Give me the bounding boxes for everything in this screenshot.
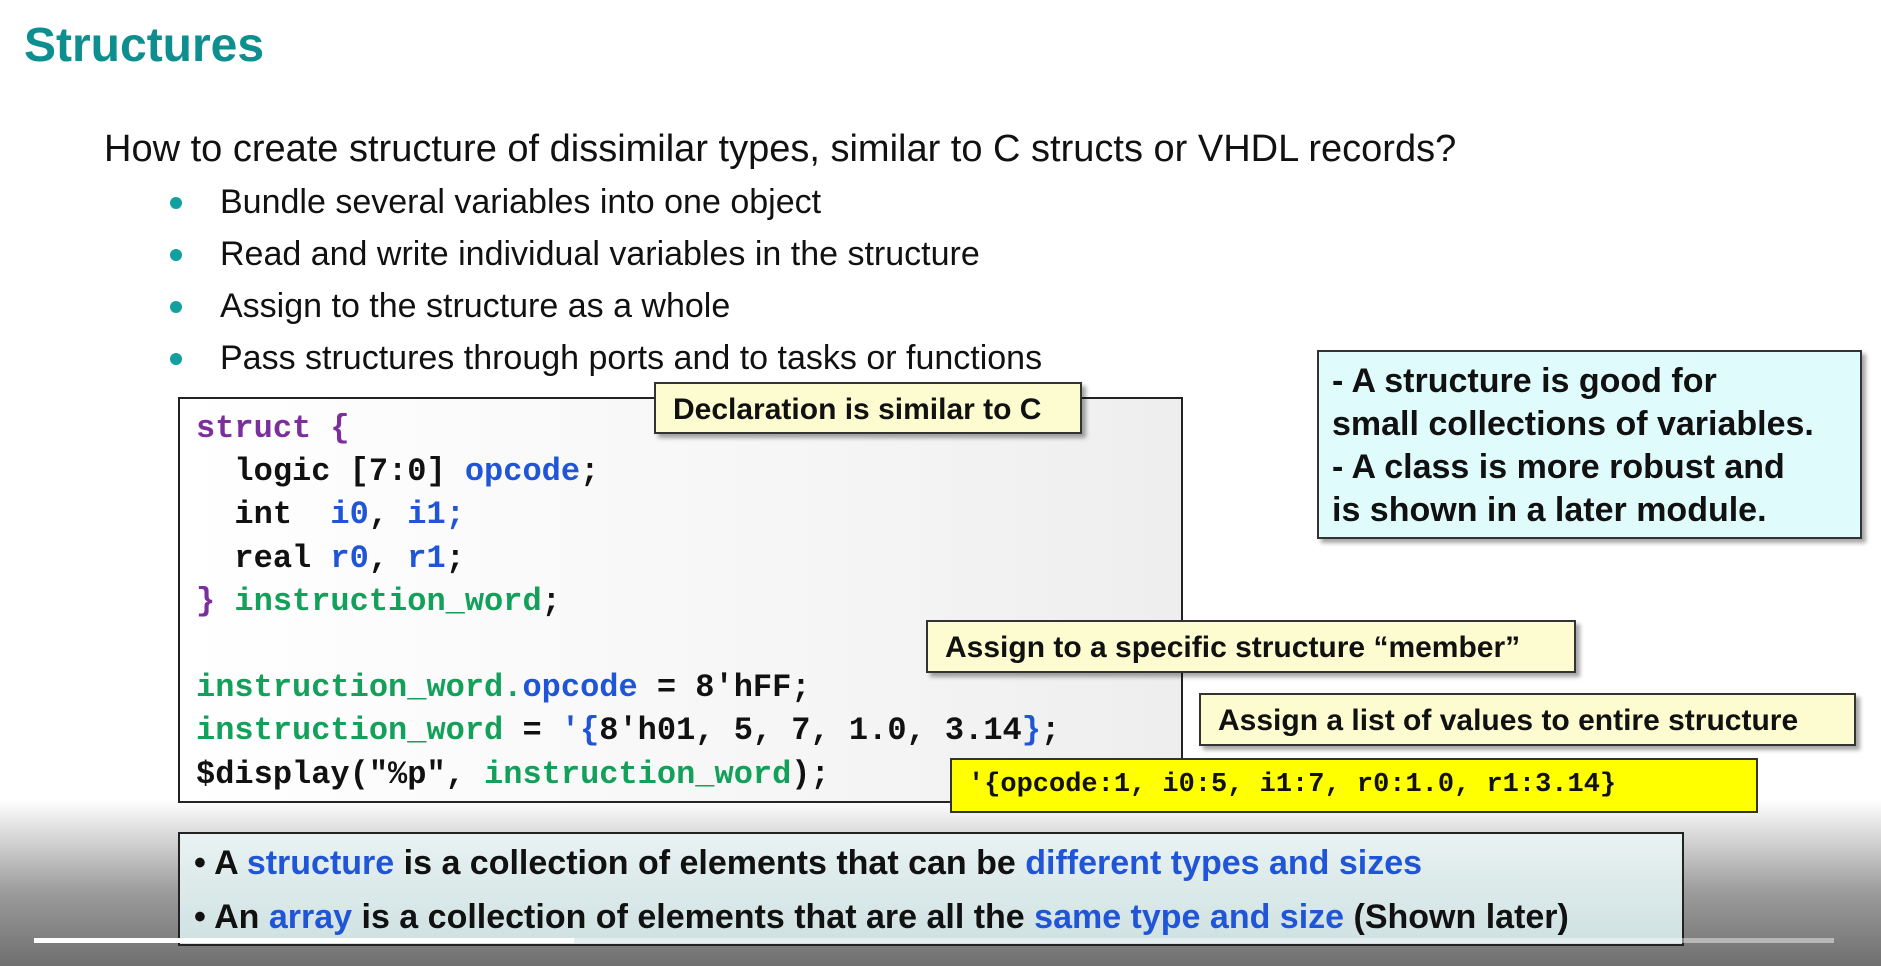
code-token: }: [1021, 712, 1041, 750]
summary-box: • A structure is a collection of element…: [178, 832, 1684, 946]
bullet-item: Assign to the structure as a whole: [168, 284, 1042, 336]
code-token: ;: [541, 582, 561, 620]
video-progress-fill: [34, 938, 574, 943]
code-token: 8'h01, 5, 7, 1.0, 3.14: [599, 712, 1022, 750]
bullet-text: Read and write individual variables in t…: [220, 235, 980, 273]
code-token: ;: [445, 539, 465, 577]
code-token: ;: [1040, 712, 1061, 750]
bullet-dot-icon: [170, 353, 182, 365]
summary-line-array: • An array is a collection of elements t…: [194, 898, 1569, 937]
code-token: i1;: [407, 496, 465, 534]
code-token: opcode: [464, 453, 581, 491]
member-callout: Assign to a specific structure “member”: [926, 620, 1576, 673]
code-token: = 8'hFF;: [637, 669, 811, 707]
summary-highlight: array: [268, 898, 353, 936]
code-token: );: [791, 755, 830, 793]
bullet-dot-icon: [170, 249, 182, 261]
summary-text: is a collection of elements that can be: [394, 844, 1026, 882]
bullet-item: Read and write individual variables in t…: [168, 232, 1042, 284]
bullet-text: Pass structures through ports and to tas…: [220, 339, 1043, 377]
slide-title: Structures: [24, 19, 265, 72]
bullet-dot-icon: [170, 301, 182, 313]
info-callout: - A structure is good for small collecti…: [1317, 350, 1862, 539]
code-token: real: [196, 539, 331, 577]
bullet-text: Assign to the structure as a whole: [220, 287, 731, 325]
code-token: instruction_word.: [196, 669, 523, 707]
info-line: small collections of variables.: [1332, 405, 1814, 443]
code-token: struct {: [196, 410, 350, 447]
bullet-item: Bundle several variables into one object: [168, 180, 1042, 232]
bullet-item: Pass structures through ports and to tas…: [168, 336, 1042, 388]
code-token: opcode: [522, 669, 638, 707]
code-token: $display("%p",: [196, 755, 485, 793]
info-line: - A structure is good for: [1332, 362, 1717, 400]
summary-line-structure: • A structure is a collection of element…: [194, 844, 1422, 883]
code-token: instruction_word: [234, 582, 542, 620]
code-token: '{: [560, 712, 600, 750]
declaration-callout: Declaration is similar to C: [654, 382, 1082, 434]
code-token: i0: [330, 496, 369, 534]
info-line: - A class is more robust and: [1332, 448, 1785, 486]
info-line: is shown in a later module.: [1332, 491, 1767, 529]
video-progress-bar[interactable]: [34, 938, 1834, 943]
code-token: ;: [580, 453, 600, 491]
code-token: r1: [407, 539, 446, 577]
bullet-text: Bundle several variables into one object: [220, 183, 822, 221]
code-token: instruction_word: [484, 755, 792, 793]
list-callout: Assign a list of values to entire struct…: [1199, 693, 1856, 746]
code-token: ,: [368, 496, 408, 534]
slide-question: How to create structure of dissimilar ty…: [104, 128, 1457, 170]
code-token: int: [196, 496, 331, 534]
code-token: ,: [368, 539, 408, 577]
display-output-callout: '{opcode:1, i0:5, i1:7, r0:1.0, r1:3.14}: [950, 758, 1758, 813]
code-token: instruction_word: [196, 712, 504, 750]
summary-highlight: different types and sizes: [1025, 844, 1423, 882]
bullet-dot-icon: [170, 197, 182, 209]
summary-text: • An: [194, 898, 269, 936]
summary-highlight: structure: [246, 844, 395, 882]
summary-highlight: same type and size: [1034, 898, 1345, 936]
code-block: struct { logic [7:0] opcode; int i0, i1;…: [178, 397, 1183, 803]
bullet-list: Bundle several variables into one object…: [168, 180, 1042, 388]
code-text: struct { logic [7:0] opcode; int i0, i1;…: [196, 407, 1060, 796]
code-token: r0: [330, 539, 369, 577]
code-token: logic [7:0]: [196, 453, 465, 491]
summary-text: (Shown later): [1344, 898, 1569, 936]
code-token: =: [503, 712, 561, 750]
summary-text: • A: [194, 844, 247, 882]
summary-text: is a collection of elements that are all…: [352, 898, 1035, 936]
code-token: }: [196, 582, 235, 620]
